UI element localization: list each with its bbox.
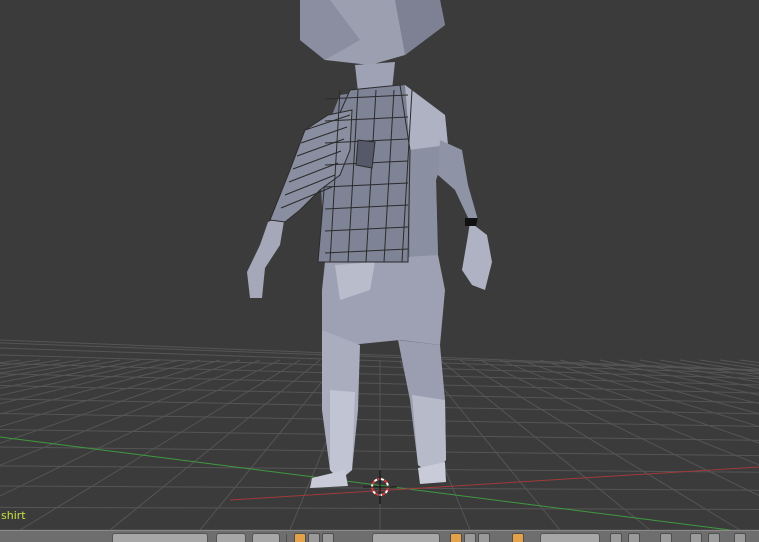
3d-viewport[interactable]: shirt	[0, 0, 759, 530]
viewport-scene[interactable]	[0, 0, 759, 530]
grid-line	[559, 359, 759, 415]
3d-cursor-icon[interactable]	[363, 470, 397, 504]
grid-line	[0, 359, 141, 389]
grid-line	[0, 359, 201, 415]
grid-line	[539, 359, 759, 428]
active-object-name: shirt	[1, 509, 26, 522]
grid-line	[459, 359, 741, 530]
shirt-mesh[interactable]	[269, 84, 413, 263]
grid-line	[109, 359, 321, 530]
grid-line	[0, 359, 281, 497]
grid-line	[719, 359, 759, 367]
grid-line	[579, 359, 759, 404]
grid-line	[519, 359, 759, 444]
grid-line	[0, 359, 221, 428]
viewport-header	[0, 530, 759, 542]
grid-line	[0, 359, 241, 444]
grid-line	[739, 359, 759, 364]
grid-line	[619, 359, 759, 389]
grid-line	[0, 359, 181, 405]
grid-line	[199, 359, 341, 530]
grid-line	[639, 359, 759, 383]
grid-line	[439, 359, 651, 530]
